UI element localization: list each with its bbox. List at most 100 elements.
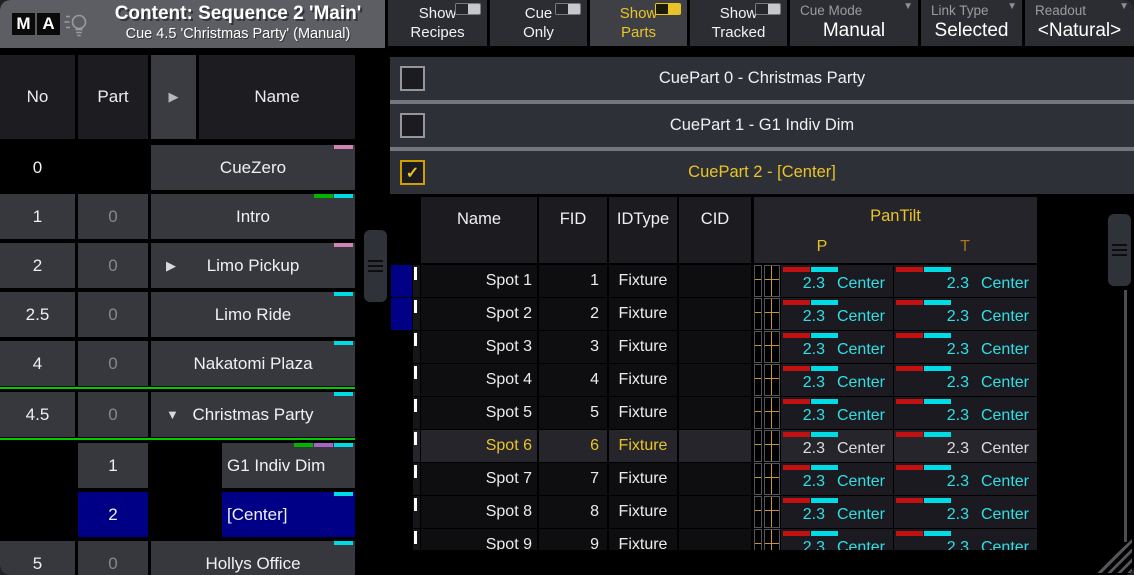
cue-row-4.5[interactable]: 4.5 0 ▼ Christmas Party xyxy=(0,392,355,437)
cue-no-cell[interactable]: 1 xyxy=(0,194,75,239)
fid-cell[interactable]: 4 xyxy=(539,364,607,396)
crosshair-cell[interactable] xyxy=(764,331,780,363)
cue-no-cell[interactable]: 4.5 xyxy=(0,392,75,437)
crosshair-cell[interactable] xyxy=(764,463,780,495)
fid-cell[interactable]: 7 xyxy=(539,463,607,495)
pantilt-sub-p[interactable]: P xyxy=(817,238,828,256)
cue-name-cell[interactable]: Intro xyxy=(151,194,355,239)
fixture-name-cell[interactable]: Spot 3 xyxy=(421,331,537,363)
pan-cell[interactable]: 2.3Center xyxy=(781,298,893,330)
cue-row-2.5[interactable]: 2.5 0 Limo Ride xyxy=(0,292,355,337)
cue-no-cell[interactable]: 2 xyxy=(0,243,75,288)
cue-part-cell[interactable]: 0 xyxy=(78,392,148,437)
cue-list-header-no[interactable]: No xyxy=(0,55,75,139)
pan-cell[interactable]: 2.3Center xyxy=(781,397,893,429)
cuepart-checkbox-checked[interactable]: ✓ xyxy=(400,160,425,185)
fixture-sel-cell[interactable] xyxy=(391,331,412,363)
tilt-cell[interactable]: 2.3Center xyxy=(894,364,1037,396)
idtype-cell[interactable]: Fixture xyxy=(609,331,677,363)
expand-expanded-icon[interactable]: ▼ xyxy=(166,407,179,422)
cuepart-checkbox[interactable] xyxy=(400,66,425,91)
crosshair-cell[interactable] xyxy=(754,265,762,297)
fid-cell[interactable]: 2 xyxy=(539,298,607,330)
fixture-sel-cell[interactable] xyxy=(391,364,412,396)
cue-row-4[interactable]: 4 0 Nakatomi Plaza xyxy=(0,341,355,386)
fixture-sel-cell[interactable] xyxy=(391,397,412,429)
idtype-cell[interactable]: Fixture xyxy=(609,430,677,462)
fixture-name-cell[interactable]: Spot 4 xyxy=(421,364,537,396)
dropdown-cue-mode[interactable]: Cue Mode ▼ Manual xyxy=(790,0,918,46)
window-title-bar[interactable]: M A Content: Sequence 2 'Main' Cue 4.5 '… xyxy=(0,0,385,48)
scrollbar-left[interactable] xyxy=(364,230,387,302)
cue-no-cell[interactable]: 5 xyxy=(0,541,75,575)
cue-name-cell[interactable]: Nakatomi Plaza xyxy=(151,341,355,386)
fid-cell[interactable]: 1 xyxy=(539,265,607,297)
fixture-row-spot-6-highlighted[interactable]: Spot 6 6 Fixture 2.3Center 2.3Center xyxy=(390,430,1134,462)
cue-list-header-part[interactable]: Part xyxy=(78,55,148,139)
cue-name-cell[interactable]: [Center] xyxy=(222,492,355,537)
idtype-cell[interactable]: Fixture xyxy=(609,364,677,396)
fixture-sel-cell[interactable] xyxy=(391,298,412,330)
fixture-sel-cell[interactable] xyxy=(391,430,412,462)
tilt-cell[interactable]: 2.3Center xyxy=(894,430,1037,462)
tilt-cell[interactable]: 2.3Center xyxy=(894,265,1037,297)
cid-cell[interactable] xyxy=(679,430,751,462)
cuepart-header-2[interactable]: CuePart 2 - [Center] ✓ xyxy=(390,151,1134,194)
cue-part-cell[interactable]: 0 xyxy=(78,292,148,337)
idtype-cell[interactable]: Fixture xyxy=(609,463,677,495)
cue-list-header-name[interactable]: Name xyxy=(199,55,355,139)
fixture-header-idtype[interactable]: IDType xyxy=(609,197,677,263)
crosshair-cell[interactable] xyxy=(754,496,762,528)
toggle-button-show-tracked[interactable]: Show Tracked xyxy=(690,0,787,46)
cuepart-header-0[interactable]: CuePart 0 - Christmas Party xyxy=(390,57,1134,100)
fid-cell[interactable]: 3 xyxy=(539,331,607,363)
fixture-row-spot-7[interactable]: Spot 7 7 Fixture 2.3Center 2.3Center xyxy=(390,463,1134,495)
cue-part-cell[interactable]: 0 xyxy=(78,194,148,239)
fixture-name-cell[interactable]: Spot 2 xyxy=(421,298,537,330)
cue-row-2[interactable]: 2 0 ▶ Limo Pickup xyxy=(0,243,355,288)
crosshair-cell[interactable] xyxy=(764,364,780,396)
cue-part-row-1[interactable]: 1 G1 Indiv Dim xyxy=(0,443,355,488)
dropdown-readout[interactable]: Readout ▼ <Natural> xyxy=(1025,0,1134,46)
fixture-name-cell[interactable]: Spot 6 xyxy=(421,430,537,462)
fixture-header-name[interactable]: Name xyxy=(421,197,537,263)
expand-collapsed-icon[interactable]: ▶ xyxy=(166,258,176,274)
cue-name-cell[interactable]: Hollys Office xyxy=(151,541,355,575)
pantilt-sub-t[interactable]: T xyxy=(960,238,970,256)
cue-part-cell[interactable]: 0 xyxy=(78,341,148,386)
fixture-name-cell[interactable]: Spot 5 xyxy=(421,397,537,429)
cue-row-0[interactable]: 0 CueZero xyxy=(0,145,355,190)
fixture-sel-cell[interactable] xyxy=(391,265,412,297)
crosshair-cell[interactable] xyxy=(754,430,762,462)
cue-name-cell[interactable]: CueZero xyxy=(151,145,355,190)
fid-cell[interactable]: 6 xyxy=(539,430,607,462)
cue-part-cell[interactable]: 2 xyxy=(78,492,148,537)
fixture-row-spot-5[interactable]: Spot 5 5 Fixture 2.3Center 2.3Center xyxy=(390,397,1134,429)
idtype-cell[interactable]: Fixture xyxy=(609,265,677,297)
cid-cell[interactable] xyxy=(679,496,751,528)
cue-no-cell[interactable]: 2.5 xyxy=(0,292,75,337)
crosshair-cell[interactable] xyxy=(764,430,780,462)
fixture-row-spot-2[interactable]: Spot 2 2 Fixture 2.3Center 2.3Center xyxy=(390,298,1134,330)
cue-no-cell[interactable]: 4 xyxy=(0,341,75,386)
cue-part-cell[interactable]: 0 xyxy=(78,243,148,288)
pan-cell[interactable]: 2.3Center xyxy=(781,364,893,396)
tilt-cell[interactable]: 2.3Center xyxy=(894,397,1037,429)
cue-part-cell[interactable]: 0 xyxy=(78,541,148,575)
crosshair-cell[interactable] xyxy=(764,298,780,330)
crosshair-cell[interactable] xyxy=(754,364,762,396)
cue-name-cell[interactable]: G1 Indiv Dim xyxy=(222,443,355,488)
idtype-cell[interactable]: Fixture xyxy=(609,496,677,528)
fid-cell[interactable]: 5 xyxy=(539,397,607,429)
toggle-button-show-recipes[interactable]: Show Recipes xyxy=(388,0,487,46)
crosshair-cell[interactable] xyxy=(754,463,762,495)
crosshair-cell[interactable] xyxy=(754,331,762,363)
fixture-header-fid[interactable]: FID xyxy=(539,197,607,263)
idtype-cell[interactable]: Fixture xyxy=(609,397,677,429)
cue-part-cell[interactable]: 1 xyxy=(78,443,148,488)
fixture-header-cid[interactable]: CID xyxy=(679,197,751,263)
cid-cell[interactable] xyxy=(679,298,751,330)
fixture-name-cell[interactable]: Spot 8 xyxy=(421,496,537,528)
pan-cell[interactable]: 2.3Center xyxy=(781,463,893,495)
cue-name-cell[interactable]: Limo Ride xyxy=(151,292,355,337)
